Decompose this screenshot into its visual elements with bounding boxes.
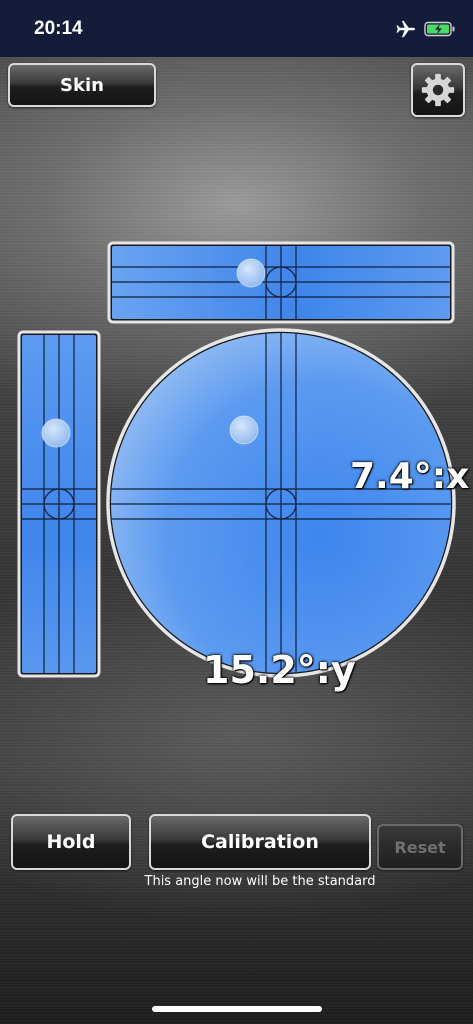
bullseye-bubble: [229, 415, 259, 445]
bullseye-level: [106, 328, 456, 678]
level-instruments: [17, 241, 456, 678]
horizontal-bubble: [236, 258, 266, 288]
home-indicator[interactable]: [152, 1006, 322, 1012]
calibration-hint: This angle now will be the standard: [144, 874, 376, 889]
vertical-bubble: [41, 418, 71, 448]
reset-button[interactable]: Reset: [377, 824, 463, 870]
y-angle-reading: 15.2°:y: [203, 648, 356, 692]
calibration-button[interactable]: Calibration: [149, 814, 371, 870]
horizontal-vial: [107, 241, 455, 324]
hold-button[interactable]: Hold: [11, 814, 131, 870]
vertical-vial: [17, 330, 101, 678]
x-angle-reading: 7.4°:x: [350, 456, 470, 497]
